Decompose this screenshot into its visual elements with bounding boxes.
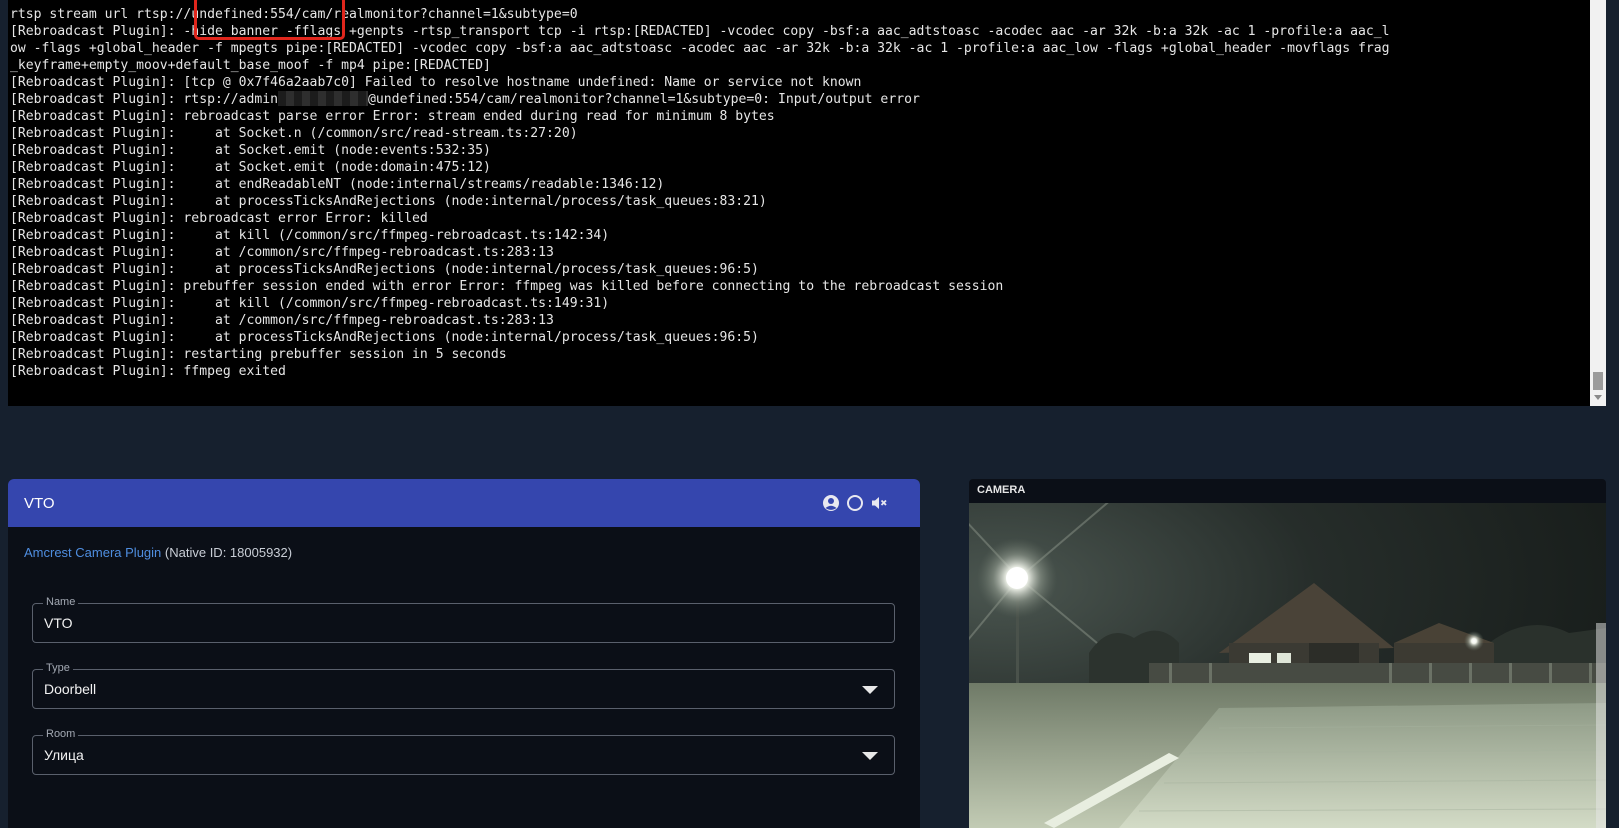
type-select[interactable]: Type Doorbell [32,661,895,709]
chevron-down-icon[interactable] [862,752,878,760]
log-line: [Rebroadcast Plugin]: rebroadcast parse … [10,109,775,124]
log-line: [Rebroadcast Plugin]: rebroadcast error … [10,211,428,226]
room-select[interactable]: Room Улица [32,727,895,775]
plugin-link[interactable]: Amcrest Camera Plugin [24,545,161,560]
room-select-value: Улица [44,747,84,763]
type-field-label: Type [43,661,73,675]
log-line: [Rebroadcast Plugin]: at kill (/common/s… [10,296,610,311]
log-line: [Rebroadcast Plugin]: at Socket.emit (no… [10,143,491,158]
redacted-credentials [278,91,369,106]
log-line: [Rebroadcast Plugin]: at kill (/common/s… [10,228,610,243]
chevron-down-icon[interactable] [862,686,878,694]
log-line: [Rebroadcast Plugin]: at /common/src/ffm… [10,245,554,260]
annotation-highlight-box [194,0,345,40]
name-field[interactable]: Name [32,595,895,643]
scrollbar-thumb[interactable] [1593,372,1603,390]
log-line: [Rebroadcast Plugin]: restarting prebuff… [10,347,507,362]
device-card: VTO Amcrest Camera Plugin (Native ID: 18… [8,479,920,828]
room-field-label: Room [43,727,79,741]
log-line-suffix: @undefined:554/cam/realmonitor?channel=1… [368,92,920,107]
log-line: _keyframe+empty_moov+default_base_moof -… [10,58,491,73]
camera-snapshot[interactable] [969,503,1606,828]
name-input[interactable] [33,604,894,642]
log-line: [Rebroadcast Plugin]: at processTicksAnd… [10,262,759,277]
log-line: [Rebroadcast Plugin]: prebuffer session … [10,279,1004,294]
volume-off-icon[interactable] [870,494,888,512]
circle-outline-icon[interactable] [846,494,864,512]
log-line: [Rebroadcast Plugin]: at endReadableNT (… [10,177,665,192]
header-actions [822,494,888,512]
log-line: [Rebroadcast Plugin]: at Socket.emit (no… [10,160,491,175]
log-line: [Rebroadcast Plugin]: at Socket.n (/comm… [10,126,578,141]
camera-card: CAMERA [969,479,1606,828]
log-line: [Rebroadcast Plugin]: [tcp @ 0x7f46a2aab… [10,75,862,90]
log-line: ow -flags +global_header -f mpegts pipe:… [10,41,1390,56]
log-line: [Rebroadcast Plugin]: at /common/src/ffm… [10,313,554,328]
scroll-down-arrow-icon[interactable] [1594,395,1602,400]
log-line: [Rebroadcast Plugin]: rtsp://admin @undef… [10,91,1588,108]
type-select-value: Doorbell [44,681,97,697]
account-circle-icon[interactable] [822,494,840,512]
log-line: [Rebroadcast Plugin]: at processTicksAnd… [10,194,767,209]
device-title: VTO [24,494,55,512]
device-card-header: VTO [8,479,920,527]
terminal-scrollbar[interactable] [1590,0,1606,406]
log-line: [Rebroadcast Plugin]: ffmpeg exited [10,364,286,379]
native-id: (Native ID: 18005932) [164,545,293,560]
camera-label: CAMERA [977,484,1026,496]
log-output: rtsp stream url rtsp://undefined:554/cam… [10,6,1588,380]
log-line-prefix: [Rebroadcast Plugin]: rtsp://admin [10,92,279,107]
log-terminal[interactable]: rtsp stream url rtsp://undefined:554/cam… [8,0,1606,406]
log-line: [Rebroadcast Plugin]: at processTicksAnd… [10,330,759,345]
plugin-info: Amcrest Camera Plugin (Native ID: 180059… [24,545,292,560]
